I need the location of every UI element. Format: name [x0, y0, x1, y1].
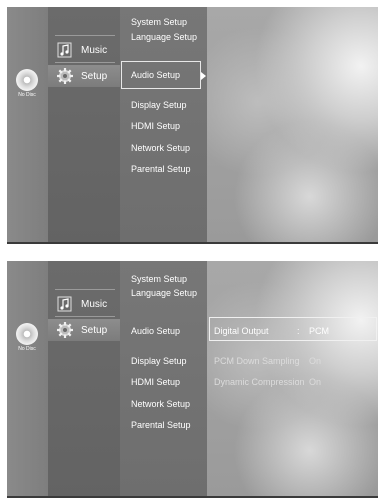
option-colon: :	[297, 377, 300, 387]
submenu-network-setup[interactable]: Network Setup	[131, 399, 190, 409]
main-menu-music-label: Music	[81, 44, 108, 56]
submenu-hdmi-setup[interactable]: HDMI Setup	[131, 121, 180, 131]
submenu-language-setup[interactable]: Language Setup	[131, 288, 197, 298]
disc-icon	[16, 323, 38, 345]
bottom-border	[7, 242, 378, 244]
option-dynamic-compression[interactable]: Dynamic Compression: On	[214, 377, 321, 387]
gear-icon	[57, 68, 73, 84]
main-menu-setup[interactable]: Setup	[48, 319, 120, 341]
submenu-audio-setup[interactable]: Audio Setup	[131, 326, 180, 336]
main-menu-setup[interactable]: Setup	[48, 65, 120, 87]
option-colon: :	[297, 326, 300, 336]
option-value: On	[309, 377, 322, 387]
submenu-language-setup[interactable]: Language Setup	[131, 32, 197, 42]
divider	[55, 289, 115, 290]
divider	[55, 316, 115, 317]
bottom-border	[7, 496, 378, 498]
music-note-icon	[57, 42, 72, 58]
divider	[55, 35, 115, 36]
option-label: PCM Down Sampling	[214, 356, 300, 366]
disc-status-label: No Disc	[18, 92, 36, 98]
submenu-display-setup[interactable]: Display Setup	[131, 100, 187, 110]
submenu-audio-setup[interactable]: Audio Setup	[131, 70, 180, 80]
option-label: Dynamic Compression	[214, 377, 305, 387]
option-value: On	[309, 356, 322, 366]
disc-status: No Disc	[13, 69, 41, 101]
main-menu-music[interactable]: Music	[55, 39, 107, 61]
option-label: Digital Output	[214, 326, 269, 336]
left-column	[7, 261, 48, 498]
main-menu-music[interactable]: Music	[55, 293, 107, 315]
submenu-parental-setup[interactable]: Parental Setup	[131, 164, 191, 174]
main-menu-setup-label: Setup	[81, 324, 108, 336]
submenu-arrow-icon	[201, 72, 206, 80]
audio-setup-options-screen: No Disc Music Setup System Setup Languag…	[7, 261, 378, 498]
main-menu-music-label: Music	[81, 298, 108, 310]
disc-icon	[16, 69, 38, 91]
submenu-display-setup[interactable]: Display Setup	[131, 356, 187, 366]
option-colon: :	[297, 356, 300, 366]
disc-status-label: No Disc	[18, 346, 36, 352]
option-value: PCM	[309, 326, 329, 336]
disc-status: No Disc	[13, 323, 41, 355]
left-column	[7, 7, 48, 244]
submenu-parental-setup[interactable]: Parental Setup	[131, 420, 191, 430]
music-note-icon	[57, 296, 72, 312]
main-menu-setup-label: Setup	[81, 70, 108, 82]
option-digital-output[interactable]: Digital Output: PCM	[214, 326, 329, 336]
audio-setup-menu-screen: No Disc Music Setup System Setup Languag…	[7, 7, 378, 244]
divider	[55, 62, 115, 63]
submenu-hdmi-setup[interactable]: HDMI Setup	[131, 377, 180, 387]
background-pattern	[207, 7, 378, 244]
option-pcm-down-sampling[interactable]: PCM Down Sampling: On	[214, 356, 321, 366]
gear-icon	[57, 322, 73, 338]
submenu-system-setup[interactable]: System Setup	[131, 17, 187, 27]
submenu-system-setup[interactable]: System Setup	[131, 274, 187, 284]
submenu-network-setup[interactable]: Network Setup	[131, 143, 190, 153]
